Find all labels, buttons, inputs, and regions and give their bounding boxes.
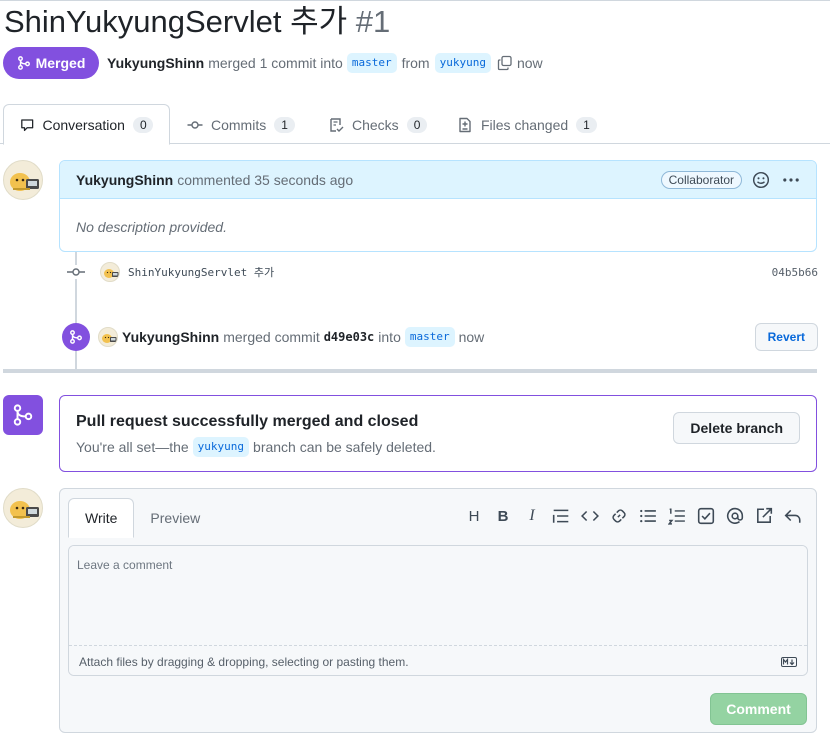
delete-branch-button[interactable]: Delete branch xyxy=(673,412,800,444)
avatar-image xyxy=(102,334,117,343)
merged-status-text-before: You're all set—the xyxy=(76,439,189,455)
avatar-image xyxy=(10,501,39,519)
top-border xyxy=(0,0,830,1)
base-branch[interactable]: master xyxy=(346,53,397,73)
avatar[interactable] xyxy=(98,327,118,347)
merge-author-link[interactable]: YukyungShinn xyxy=(122,329,219,345)
merge-into-text: into xyxy=(378,329,401,345)
revert-button[interactable]: Revert xyxy=(754,323,818,351)
merge-commit-sha[interactable]: d49e03c xyxy=(324,330,375,344)
unordered-list-icon[interactable] xyxy=(639,506,657,526)
cross-reference-icon[interactable] xyxy=(755,506,773,526)
role-badge: Collaborator xyxy=(660,170,742,189)
pr-number: #1 xyxy=(355,4,391,39)
head-branch[interactable]: yukyung xyxy=(434,53,491,73)
from-text: from xyxy=(401,55,430,71)
commit-icon xyxy=(187,120,203,129)
commit-message[interactable]: ShinYukyungServlet 추가 xyxy=(128,264,274,280)
avatar-image xyxy=(104,269,119,278)
file-diff-icon xyxy=(459,117,471,132)
mention-icon[interactable] xyxy=(726,506,744,526)
avatar-image xyxy=(10,173,39,191)
tab-preview[interactable]: Preview xyxy=(134,498,216,538)
comment-header: YukyungShinn commented 35 seconds ago Co… xyxy=(60,161,816,199)
page-title: ShinYukyungServlet 추가 #1 xyxy=(4,2,390,42)
markdown-toolbar: H B I xyxy=(465,506,802,526)
comment-textarea-wrapper: Attach files by dragging & dropping, sel… xyxy=(68,545,808,676)
italic-icon[interactable]: I xyxy=(523,506,541,526)
reply-icon[interactable] xyxy=(784,506,802,526)
tab-label: Checks xyxy=(352,116,399,133)
comment-icon xyxy=(21,118,34,131)
heading-icon[interactable]: H xyxy=(465,506,483,526)
pr-author-link[interactable]: YukyungShinn xyxy=(107,55,204,71)
editor-tabs: Write Preview xyxy=(68,498,216,538)
comment-author-link[interactable]: YukyungShinn xyxy=(76,172,173,188)
markdown-icon[interactable] xyxy=(781,656,797,668)
merge-event-time: now xyxy=(458,329,485,345)
comment-action[interactable]: commented 35 seconds ago xyxy=(177,172,353,188)
tab-count: 0 xyxy=(132,116,153,133)
task-list-icon[interactable] xyxy=(697,506,715,526)
smiley-icon[interactable] xyxy=(752,171,770,189)
pr-title: ShinYukyungServlet 추가 xyxy=(4,4,348,39)
tab-label: Commits xyxy=(211,116,267,133)
comment-submit-button[interactable]: Comment xyxy=(710,693,807,725)
ordered-list-icon[interactable] xyxy=(668,506,686,526)
pr-tabs: Conversation 0 Commits 1 Checks 0 Files … xyxy=(0,104,830,145)
merge-event: YukyungShinn merged commit d49e03c into … xyxy=(62,322,818,352)
commit-item: ShinYukyungServlet 추가 04b5b66 xyxy=(66,262,818,282)
merge-icon xyxy=(13,404,33,426)
commit-sha[interactable]: 04b5b66 xyxy=(772,266,818,279)
merge-description: merged 1 commit into xyxy=(208,55,343,71)
comment-box: YukyungShinn commented 35 seconds ago Co… xyxy=(59,160,817,252)
merge-icon xyxy=(17,56,30,70)
pr-meta: YukyungShinn merged 1 commit into master… xyxy=(107,52,543,74)
comment-input[interactable] xyxy=(69,546,807,645)
avatar[interactable] xyxy=(3,488,43,528)
comment-editor: Write Preview H B I Attach files by drag… xyxy=(59,488,817,733)
tab-conversation[interactable]: Conversation 0 xyxy=(3,104,170,145)
checklist-icon xyxy=(330,117,344,132)
merge-base-branch[interactable]: master xyxy=(404,327,455,347)
tab-commits[interactable]: Commits 1 xyxy=(171,104,311,145)
tab-count: 1 xyxy=(274,116,295,133)
tab-write[interactable]: Write xyxy=(68,498,135,538)
tab-count: 1 xyxy=(576,116,597,133)
file-attach-area[interactable]: Attach files by dragging & dropping, sel… xyxy=(69,645,807,675)
comment-body: No description provided. xyxy=(76,219,227,235)
merged-head-branch[interactable]: yukyung xyxy=(192,437,250,457)
merged-status-text-after: branch can be safely deleted. xyxy=(253,439,436,455)
pr-time: now xyxy=(516,55,543,71)
attach-text: Attach files by dragging & dropping, sel… xyxy=(79,654,409,669)
bold-icon[interactable]: B xyxy=(494,506,512,526)
merge-icon xyxy=(70,330,82,344)
avatar[interactable] xyxy=(100,262,120,282)
tab-label: Conversation xyxy=(42,116,125,133)
merge-event-badge xyxy=(62,323,90,351)
quote-icon[interactable] xyxy=(552,506,570,526)
kebab-horizontal-icon[interactable] xyxy=(782,171,800,189)
merged-status-icon xyxy=(3,395,43,435)
copy-icon[interactable] xyxy=(497,55,513,71)
tab-checks[interactable]: Checks 0 xyxy=(312,104,443,145)
status-label: Merged xyxy=(35,55,86,71)
merged-status-box: Pull request successfully merged and clo… xyxy=(59,395,817,472)
link-icon[interactable] xyxy=(610,506,628,526)
timeline-divider xyxy=(3,369,817,373)
status-badge: Merged xyxy=(3,47,99,79)
tab-count: 0 xyxy=(406,116,428,133)
avatar[interactable] xyxy=(3,160,43,200)
commit-node-icon xyxy=(67,268,85,276)
code-icon[interactable] xyxy=(581,506,599,526)
merge-event-text: merged commit xyxy=(223,329,320,345)
tab-label: Files changed xyxy=(481,116,569,133)
tab-files-changed[interactable]: Files changed 1 xyxy=(441,104,613,145)
